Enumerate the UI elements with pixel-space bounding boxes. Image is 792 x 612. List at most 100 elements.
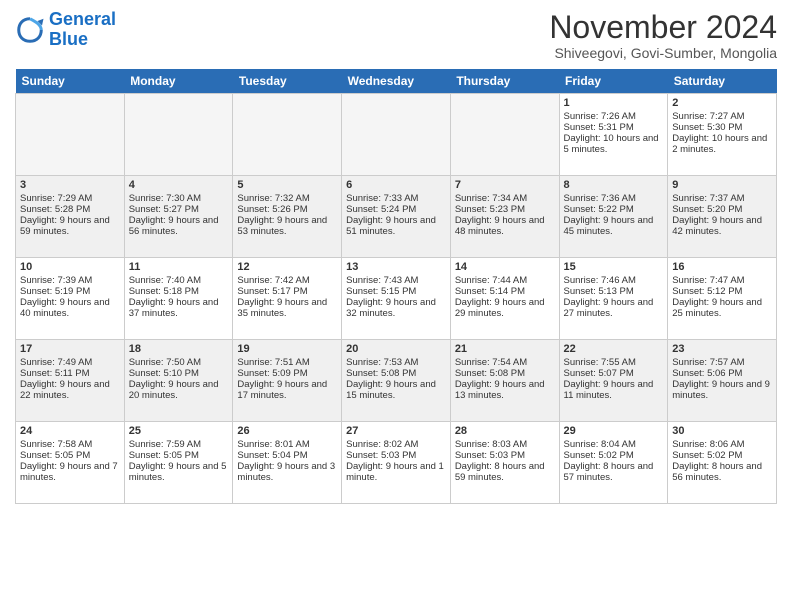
- daylight-text: Daylight: 9 hours and 53 minutes.: [237, 215, 337, 237]
- daylight-text: Daylight: 8 hours and 57 minutes.: [564, 461, 664, 483]
- col-friday: Friday: [559, 69, 668, 94]
- sunrise-text: Sunrise: 7:58 AM: [20, 439, 120, 450]
- day-number: 5: [237, 179, 337, 191]
- daylight-text: Daylight: 10 hours and 5 minutes.: [564, 133, 664, 155]
- calendar-cell: 29Sunrise: 8:04 AMSunset: 5:02 PMDayligh…: [559, 422, 668, 504]
- calendar-cell: 7Sunrise: 7:34 AMSunset: 5:23 PMDaylight…: [450, 176, 559, 258]
- sunrise-text: Sunrise: 8:03 AM: [455, 439, 555, 450]
- calendar-cell: 18Sunrise: 7:50 AMSunset: 5:10 PMDayligh…: [124, 340, 233, 422]
- logo: General Blue: [15, 10, 116, 50]
- day-number: 20: [346, 343, 446, 355]
- calendar-cell: 23Sunrise: 7:57 AMSunset: 5:06 PMDayligh…: [668, 340, 777, 422]
- sunset-text: Sunset: 5:12 PM: [672, 286, 772, 297]
- sunrise-text: Sunrise: 7:51 AM: [237, 357, 337, 368]
- sunset-text: Sunset: 5:14 PM: [455, 286, 555, 297]
- day-number: 17: [20, 343, 120, 355]
- daylight-text: Daylight: 10 hours and 2 minutes.: [672, 133, 772, 155]
- sunrise-text: Sunrise: 7:30 AM: [129, 193, 229, 204]
- calendar-cell: [124, 94, 233, 176]
- day-number: 21: [455, 343, 555, 355]
- day-number: 12: [237, 261, 337, 273]
- sunrise-text: Sunrise: 7:27 AM: [672, 111, 772, 122]
- sunset-text: Sunset: 5:26 PM: [237, 204, 337, 215]
- daylight-text: Daylight: 9 hours and 3 minutes.: [237, 461, 337, 483]
- month-title: November 2024: [549, 10, 777, 45]
- daylight-text: Daylight: 9 hours and 59 minutes.: [20, 215, 120, 237]
- daylight-text: Daylight: 9 hours and 15 minutes.: [346, 379, 446, 401]
- sunset-text: Sunset: 5:24 PM: [346, 204, 446, 215]
- day-number: 23: [672, 343, 772, 355]
- sunset-text: Sunset: 5:08 PM: [455, 368, 555, 379]
- day-number: 4: [129, 179, 229, 191]
- day-number: 24: [20, 425, 120, 437]
- day-number: 30: [672, 425, 772, 437]
- calendar-table: Sunday Monday Tuesday Wednesday Thursday…: [15, 69, 777, 504]
- calendar-cell: 14Sunrise: 7:44 AMSunset: 5:14 PMDayligh…: [450, 258, 559, 340]
- sunset-text: Sunset: 5:03 PM: [346, 450, 446, 461]
- col-saturday: Saturday: [668, 69, 777, 94]
- daylight-text: Daylight: 9 hours and 32 minutes.: [346, 297, 446, 319]
- day-number: 11: [129, 261, 229, 273]
- day-number: 9: [672, 179, 772, 191]
- daylight-text: Daylight: 9 hours and 22 minutes.: [20, 379, 120, 401]
- day-number: 28: [455, 425, 555, 437]
- calendar-cell: 26Sunrise: 8:01 AMSunset: 5:04 PMDayligh…: [233, 422, 342, 504]
- day-number: 29: [564, 425, 664, 437]
- sunrise-text: Sunrise: 7:49 AM: [20, 357, 120, 368]
- daylight-text: Daylight: 9 hours and 29 minutes.: [455, 297, 555, 319]
- sunset-text: Sunset: 5:23 PM: [455, 204, 555, 215]
- daylight-text: Daylight: 9 hours and 5 minutes.: [129, 461, 229, 483]
- sunset-text: Sunset: 5:31 PM: [564, 122, 664, 133]
- calendar-cell: 8Sunrise: 7:36 AMSunset: 5:22 PMDaylight…: [559, 176, 668, 258]
- sunset-text: Sunset: 5:02 PM: [672, 450, 772, 461]
- title-block: November 2024 Shiveegovi, Govi-Sumber, M…: [549, 10, 777, 61]
- daylight-text: Daylight: 9 hours and 56 minutes.: [129, 215, 229, 237]
- sunrise-text: Sunrise: 8:02 AM: [346, 439, 446, 450]
- daylight-text: Daylight: 9 hours and 25 minutes.: [672, 297, 772, 319]
- sunrise-text: Sunrise: 7:34 AM: [455, 193, 555, 204]
- daylight-text: Daylight: 9 hours and 20 minutes.: [129, 379, 229, 401]
- day-number: 13: [346, 261, 446, 273]
- day-number: 3: [20, 179, 120, 191]
- day-number: 6: [346, 179, 446, 191]
- sunset-text: Sunset: 5:17 PM: [237, 286, 337, 297]
- sunset-text: Sunset: 5:03 PM: [455, 450, 555, 461]
- daylight-text: Daylight: 9 hours and 42 minutes.: [672, 215, 772, 237]
- sunrise-text: Sunrise: 8:04 AM: [564, 439, 664, 450]
- sunrise-text: Sunrise: 7:26 AM: [564, 111, 664, 122]
- sunrise-text: Sunrise: 7:39 AM: [20, 275, 120, 286]
- day-number: 2: [672, 97, 772, 109]
- header: General Blue November 2024 Shiveegovi, G…: [15, 10, 777, 61]
- calendar-cell: [450, 94, 559, 176]
- sunrise-text: Sunrise: 7:29 AM: [20, 193, 120, 204]
- calendar-week-row: 1Sunrise: 7:26 AMSunset: 5:31 PMDaylight…: [16, 94, 777, 176]
- calendar-week-row: 3Sunrise: 7:29 AMSunset: 5:28 PMDaylight…: [16, 176, 777, 258]
- col-thursday: Thursday: [450, 69, 559, 94]
- calendar-week-row: 17Sunrise: 7:49 AMSunset: 5:11 PMDayligh…: [16, 340, 777, 422]
- calendar-cell: 1Sunrise: 7:26 AMSunset: 5:31 PMDaylight…: [559, 94, 668, 176]
- daylight-text: Daylight: 9 hours and 17 minutes.: [237, 379, 337, 401]
- day-number: 18: [129, 343, 229, 355]
- daylight-text: Daylight: 9 hours and 9 minutes.: [672, 379, 772, 401]
- sunset-text: Sunset: 5:22 PM: [564, 204, 664, 215]
- sunrise-text: Sunrise: 7:44 AM: [455, 275, 555, 286]
- calendar-cell: 28Sunrise: 8:03 AMSunset: 5:03 PMDayligh…: [450, 422, 559, 504]
- location: Shiveegovi, Govi-Sumber, Mongolia: [549, 45, 777, 61]
- calendar-cell: 12Sunrise: 7:42 AMSunset: 5:17 PMDayligh…: [233, 258, 342, 340]
- calendar-cell: 4Sunrise: 7:30 AMSunset: 5:27 PMDaylight…: [124, 176, 233, 258]
- calendar-cell: 6Sunrise: 7:33 AMSunset: 5:24 PMDaylight…: [342, 176, 451, 258]
- sunrise-text: Sunrise: 8:01 AM: [237, 439, 337, 450]
- daylight-text: Daylight: 9 hours and 11 minutes.: [564, 379, 664, 401]
- sunrise-text: Sunrise: 7:40 AM: [129, 275, 229, 286]
- sunrise-text: Sunrise: 7:53 AM: [346, 357, 446, 368]
- calendar-cell: 19Sunrise: 7:51 AMSunset: 5:09 PMDayligh…: [233, 340, 342, 422]
- sunrise-text: Sunrise: 7:47 AM: [672, 275, 772, 286]
- calendar-cell: [233, 94, 342, 176]
- calendar-cell: 24Sunrise: 7:58 AMSunset: 5:05 PMDayligh…: [16, 422, 125, 504]
- day-number: 22: [564, 343, 664, 355]
- calendar-cell: 25Sunrise: 7:59 AMSunset: 5:05 PMDayligh…: [124, 422, 233, 504]
- sunset-text: Sunset: 5:20 PM: [672, 204, 772, 215]
- daylight-text: Daylight: 9 hours and 27 minutes.: [564, 297, 664, 319]
- calendar-cell: 17Sunrise: 7:49 AMSunset: 5:11 PMDayligh…: [16, 340, 125, 422]
- calendar-cell: 20Sunrise: 7:53 AMSunset: 5:08 PMDayligh…: [342, 340, 451, 422]
